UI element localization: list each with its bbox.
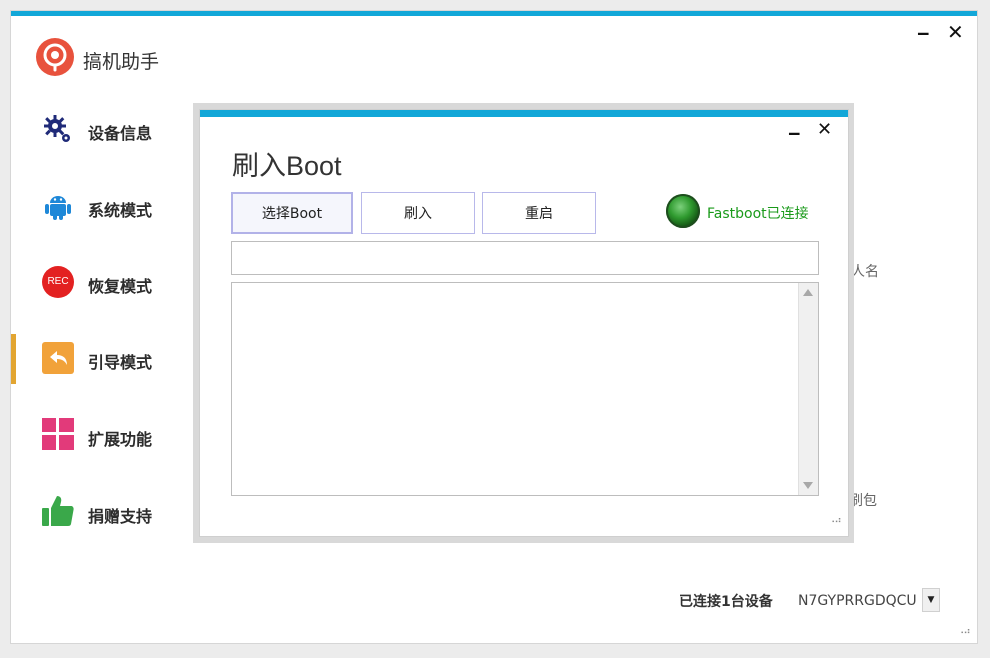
- status-led-icon: [666, 194, 700, 228]
- close-button[interactable]: ✕: [947, 22, 964, 42]
- sidebar-item-extensions[interactable]: 扩展功能: [11, 411, 191, 463]
- sidebar-item-label: 引导模式: [88, 353, 153, 372]
- log-scrollbar[interactable]: [798, 283, 818, 495]
- log-textarea[interactable]: [231, 282, 819, 496]
- dropdown-arrow-icon[interactable]: ▼: [922, 588, 940, 612]
- sidebar-item-label: 设备信息: [88, 124, 153, 143]
- sidebar-item-label: 捐赠支持: [88, 507, 153, 526]
- reboot-button[interactable]: 重启: [482, 192, 596, 234]
- flash-boot-dialog: ‒ ✕ 刷入Boot 选择Boot 刷入 重启 Fastboot已连接 ⠠⠴: [199, 109, 849, 537]
- dialog-resize-grip-icon[interactable]: ⠠⠴: [828, 516, 842, 526]
- sidebar-item-label: 恢复模式: [88, 277, 153, 296]
- sidebar-item-label: 扩展功能: [88, 430, 153, 449]
- rec-icon: REC: [40, 264, 76, 300]
- sidebar-item-device-info[interactable]: 设备信息: [11, 105, 191, 157]
- dialog-close-button[interactable]: ✕: [817, 121, 832, 139]
- android-icon: [40, 188, 76, 224]
- sidebar-item-label: 系统模式: [88, 201, 153, 220]
- app-title: 搞机助手: [83, 51, 160, 73]
- background-label: 人名: [851, 264, 879, 280]
- app-logo-icon: [36, 38, 74, 76]
- dialog-accent-bar: [200, 110, 848, 117]
- minimize-button[interactable]: ‒: [917, 25, 930, 43]
- flash-button[interactable]: 刷入: [361, 192, 475, 234]
- dialog-title: 刷入Boot: [232, 151, 342, 181]
- grid-icon: [40, 416, 76, 452]
- scroll-down-icon[interactable]: [803, 482, 813, 489]
- window-accent-bar: [11, 11, 977, 16]
- back-arrow-icon: [40, 340, 76, 376]
- dialog-minimize-button[interactable]: ‒: [788, 125, 801, 143]
- select-boot-button[interactable]: 选择Boot: [231, 192, 353, 234]
- sidebar-item-recovery-mode[interactable]: REC 恢复模式: [11, 258, 191, 310]
- sidebar-item-bootloader-mode[interactable]: 引导模式: [11, 334, 191, 386]
- resize-grip-icon[interactable]: ⠠⠴: [957, 627, 971, 637]
- sidebar-item-donate[interactable]: 捐赠支持: [11, 488, 191, 540]
- fastboot-status: Fastboot已连接: [707, 206, 809, 222]
- thumbs-up-icon: [40, 493, 76, 529]
- boot-path-input[interactable]: [231, 241, 819, 275]
- scroll-up-icon[interactable]: [803, 289, 813, 296]
- active-indicator: [11, 334, 16, 384]
- connection-count: 已连接1台设备: [679, 594, 773, 610]
- gear-icon: [40, 111, 76, 147]
- device-select[interactable]: N7GYPRRGDQCU: [794, 588, 938, 614]
- sidebar-item-system-mode[interactable]: 系统模式: [11, 182, 191, 234]
